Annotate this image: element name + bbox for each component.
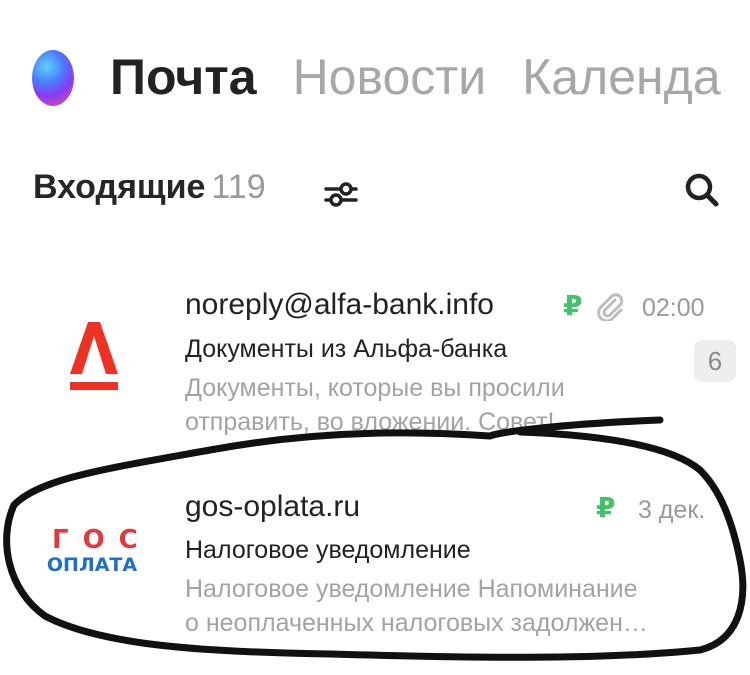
marker-scribble	[3, 416, 747, 661]
